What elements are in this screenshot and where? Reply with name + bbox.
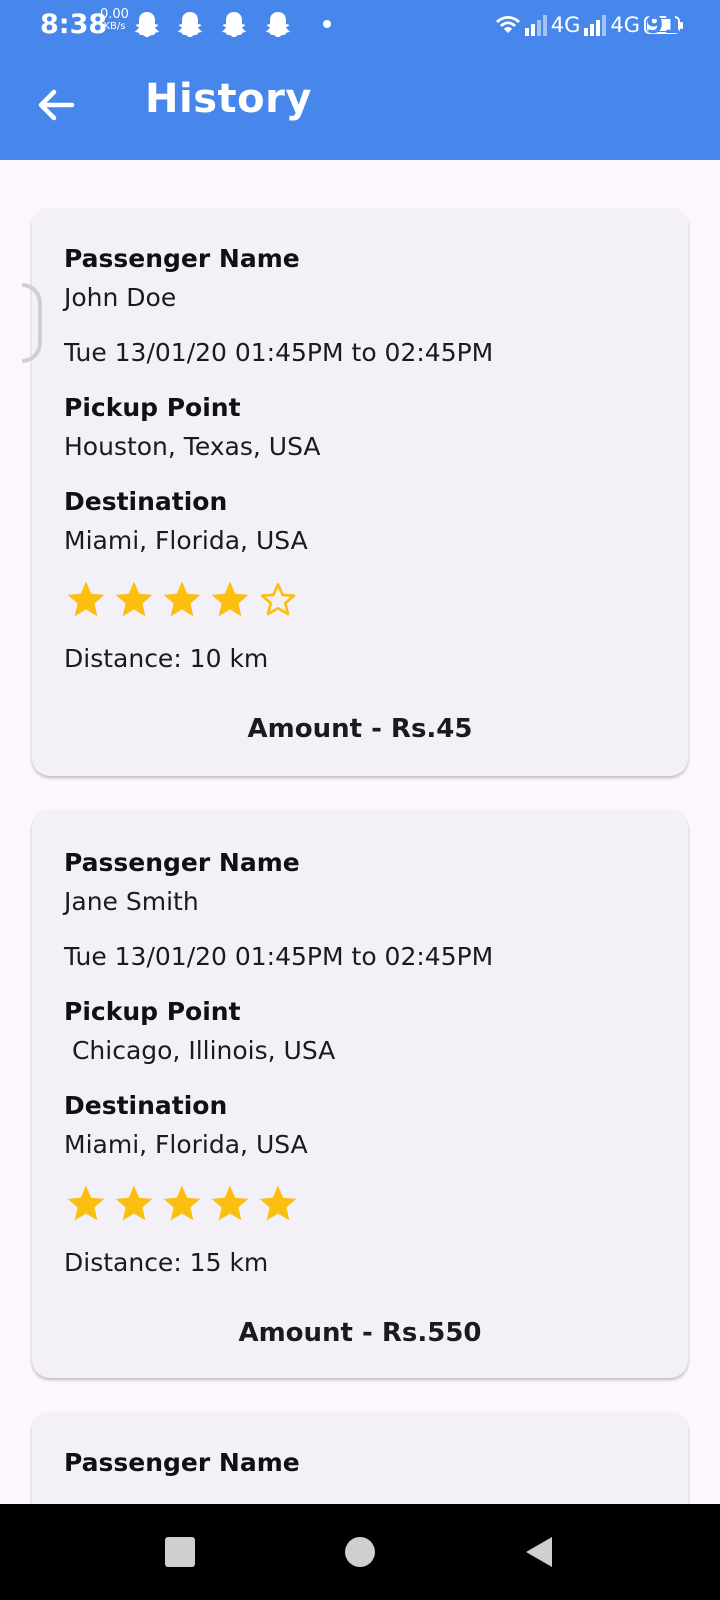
- home-circle-icon[interactable]: [340, 1532, 380, 1572]
- system-nav-bar: [0, 1504, 720, 1600]
- ride-time-range: Tue 13/01/20 01:45PM to 02:45PM: [64, 338, 494, 367]
- pickup-point-label: Pickup Point: [64, 393, 241, 422]
- edge-panel-handle[interactable]: [22, 283, 42, 363]
- passenger-name-label: Passenger Name: [64, 1448, 300, 1477]
- recents-square-icon[interactable]: [160, 1532, 200, 1572]
- star-filled-icon: [163, 1185, 201, 1221]
- app-bar: History: [0, 50, 720, 160]
- history-list[interactable]: Passenger Name John Doe Tue 13/01/20 01:…: [0, 160, 720, 1504]
- status-time: 8:38: [40, 9, 108, 40]
- destination-label: Destination: [64, 487, 228, 516]
- status-bar: 8:38 0.00 KB/s 4G 4G 91: [0, 0, 720, 50]
- star-outline-icon: [260, 583, 296, 616]
- star-filled-icon: [67, 1185, 105, 1221]
- star-rating: [64, 578, 300, 622]
- destination: Miami, Florida, USA: [64, 526, 308, 555]
- destination-label: Destination: [64, 1091, 228, 1120]
- ride-card[interactable]: Passenger Name Jane Smith Tue 13/01/20 0…: [32, 810, 688, 1378]
- network-speed-value: 0.00: [100, 7, 129, 22]
- page-title: History: [145, 76, 312, 122]
- wifi-icon: [495, 16, 520, 33]
- distance: Distance: 15 km: [64, 1248, 269, 1277]
- star-filled-icon: [211, 1185, 249, 1221]
- snapchat-icon: [222, 12, 246, 38]
- star-filled-icon: [211, 581, 249, 617]
- notification-dot-icon: [323, 20, 331, 28]
- status-icons: 4G 4G 91: [495, 10, 683, 40]
- snapchat-icon: [178, 12, 202, 38]
- star-filled-icon: [115, 1185, 153, 1221]
- star-filled-icon: [115, 581, 153, 617]
- amount: Amount - Rs.550: [238, 1318, 482, 1348]
- ride-time-range: Tue 13/01/20 01:45PM to 02:45PM: [64, 942, 494, 971]
- passenger-name-label: Passenger Name: [64, 848, 300, 877]
- ride-card[interactable]: Passenger Name John Doe Tue 13/01/20 01:…: [32, 208, 688, 776]
- snapchat-icon: [266, 12, 290, 38]
- passenger-name: John Doe: [64, 283, 177, 312]
- passenger-name-label: Passenger Name: [64, 244, 300, 273]
- passenger-name: Jane Smith: [64, 887, 199, 916]
- pickup-point-label: Pickup Point: [64, 997, 241, 1026]
- arrow-left-icon: [38, 89, 75, 121]
- distance: Distance: 10 km: [64, 644, 269, 673]
- battery-icon: 91: [644, 12, 683, 37]
- amount: Amount - Rs.45: [247, 714, 473, 744]
- network-type-1: 4G: [550, 13, 581, 37]
- network-speed-unit: KB/s: [103, 21, 126, 32]
- pickup-point: Chicago, Illinois, USA: [64, 1036, 336, 1065]
- back-triangle-icon[interactable]: [518, 1532, 558, 1572]
- battery-level: 91: [646, 10, 681, 39]
- star-rating: [64, 1182, 300, 1226]
- network-type-2: 4G: [610, 13, 640, 37]
- signal-strength-2-icon: [584, 14, 607, 36]
- network-speed: 0.00 KB/s: [100, 8, 129, 33]
- star-filled-icon: [67, 581, 105, 617]
- signal-strength-1-icon: [524, 14, 547, 36]
- star-filled-icon: [259, 1185, 297, 1221]
- snapchat-icon: [135, 12, 159, 38]
- ride-card[interactable]: Passenger Name: [32, 1412, 688, 1504]
- destination: Miami, Florida, USA: [64, 1130, 308, 1159]
- star-filled-icon: [163, 581, 201, 617]
- pickup-point: Houston, Texas, USA: [64, 432, 321, 461]
- back-button[interactable]: [28, 77, 84, 133]
